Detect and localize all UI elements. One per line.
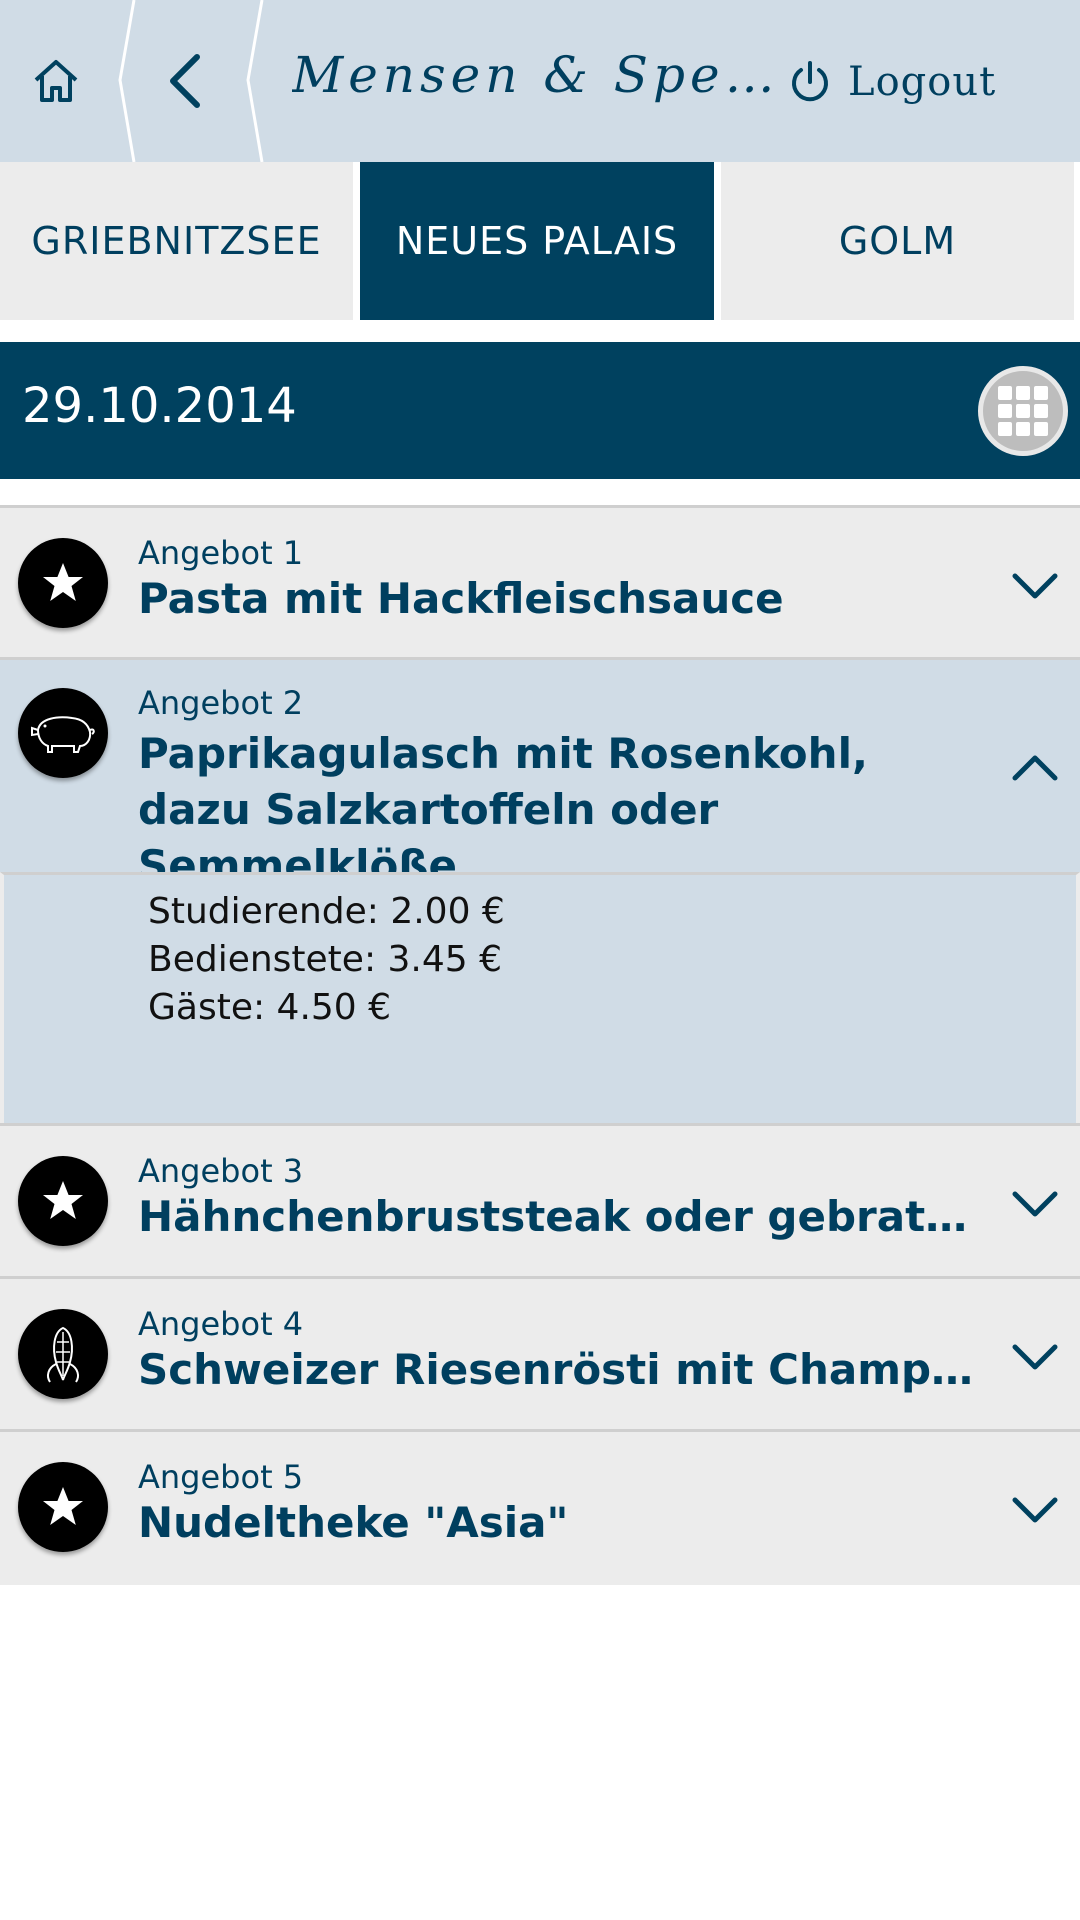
offer-name: Nudeltheke "Asia" bbox=[138, 1498, 569, 1547]
campus-tabs: GRIEBNITZSEE NEUES PALAIS GOLM bbox=[0, 162, 1080, 320]
grid-icon bbox=[998, 386, 1048, 436]
home-button[interactable] bbox=[0, 0, 112, 162]
offer-category: Angebot 1 bbox=[138, 534, 304, 572]
tab-golm[interactable]: GOLM bbox=[721, 162, 1074, 320]
offer-item-1[interactable]: Angebot 1 Pasta mit Hackfleischsauce bbox=[0, 505, 1080, 657]
chevron-down-icon bbox=[1012, 1191, 1058, 1217]
chevron-down-icon bbox=[1012, 1497, 1058, 1523]
offer-name: Schweizer Riesenrösti mit Champignons,..… bbox=[138, 1345, 983, 1394]
header-separator bbox=[246, 0, 264, 162]
date-label: 29.10.2014 bbox=[22, 378, 297, 434]
star-icon bbox=[18, 538, 108, 628]
offer-category: Angebot 3 bbox=[138, 1152, 304, 1190]
offer-name: Hähnchenbruststeak oder gebratenes Se... bbox=[138, 1192, 983, 1241]
tab-neues-palais[interactable]: NEUES PALAIS bbox=[360, 162, 714, 320]
offer-details: Studierende: 2.00 € Bedienstete: 3.45 € … bbox=[0, 872, 1080, 1128]
app-header: Mensen & Speise... Logout bbox=[0, 0, 1080, 162]
grid-menu-button[interactable] bbox=[978, 366, 1068, 456]
corn-icon bbox=[18, 1309, 108, 1399]
offer-category: Angebot 4 bbox=[138, 1305, 304, 1343]
offer-name: Pasta mit Hackfleischsauce bbox=[138, 574, 784, 623]
chevron-left-icon bbox=[170, 54, 200, 108]
logout-label: Logout bbox=[848, 59, 997, 105]
tab-griebnitzsee[interactable]: GRIEBNITZSEE bbox=[0, 162, 353, 320]
power-icon bbox=[792, 61, 828, 102]
back-button[interactable] bbox=[120, 0, 250, 162]
date-bar: 29.10.2014 bbox=[0, 342, 1080, 479]
pig-icon bbox=[18, 688, 108, 778]
price-students: Studierende: 2.00 € bbox=[148, 891, 505, 932]
offer-item-2[interactable]: Angebot 2 Paprikagulasch mit Rosenkohl, … bbox=[0, 657, 1080, 890]
star-icon bbox=[18, 1462, 108, 1552]
chevron-up-icon bbox=[1012, 755, 1058, 781]
offer-category: Angebot 2 bbox=[138, 684, 304, 722]
price-staff: Bedienstete: 3.45 € bbox=[148, 939, 503, 980]
offer-category: Angebot 5 bbox=[138, 1458, 304, 1496]
offer-item-4[interactable]: Angebot 4 Schweizer Riesenrösti mit Cham… bbox=[0, 1276, 1080, 1429]
offer-item-3[interactable]: Angebot 3 Hähnchenbruststeak oder gebrat… bbox=[0, 1123, 1080, 1276]
price-guests: Gäste: 4.50 € bbox=[148, 987, 392, 1028]
chevron-down-icon bbox=[1012, 573, 1058, 599]
offer-name: Paprikagulasch mit Rosenkohl, dazu Salzk… bbox=[138, 729, 868, 890]
offer-item-5[interactable]: Angebot 5 Nudeltheke "Asia" bbox=[0, 1429, 1080, 1585]
chevron-down-icon bbox=[1012, 1344, 1058, 1370]
home-icon bbox=[34, 60, 78, 102]
logout-button[interactable]: Logout bbox=[788, 50, 996, 114]
page-title: Mensen & Speise... bbox=[292, 46, 782, 104]
star-icon bbox=[18, 1156, 108, 1246]
